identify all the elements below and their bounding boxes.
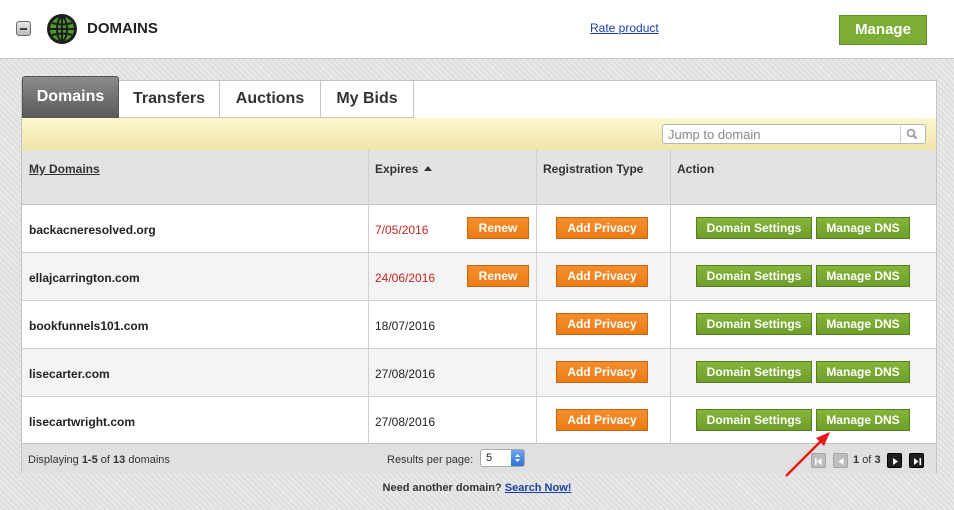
top-header: DOMAINS Rate product Manage [0,0,954,59]
tab-transfers[interactable]: Transfers [119,81,220,118]
displaying-count: Displaying 1-5 of 13 domains [28,454,170,466]
manage-dns-button[interactable]: Manage DNS [816,409,910,431]
expiry-date: 7/05/2016 [375,223,429,237]
domain-settings-button[interactable]: Domain Settings [696,409,812,431]
search-now-link[interactable]: Search Now! [505,482,572,494]
column-action: Action [677,162,715,176]
expiry-date: 27/08/2016 [375,415,436,429]
column-divider [670,150,671,443]
manage-dns-button[interactable]: Manage DNS [816,265,910,287]
manage-dns-button[interactable]: Manage DNS [816,217,910,239]
domain-settings-button[interactable]: Domain Settings [696,265,812,287]
results-per-page-select[interactable]: 5 [480,449,525,467]
results-per-page-value: 5 [486,452,493,464]
results-per-page-label: Results per page: [387,454,474,466]
add-privacy-button[interactable]: Add Privacy [556,361,648,383]
domain-settings-button[interactable]: Domain Settings [696,313,812,335]
domain-name: bookfunnels101.com [29,319,149,333]
next-page-icon [893,458,898,465]
column-expires[interactable]: Expires [375,162,433,176]
search-bar [22,118,936,151]
last-page-button[interactable] [909,453,924,468]
table-row: ellajcarrington.com 24/06/2016 Renew Add… [22,253,936,301]
previous-page-icon [838,458,844,465]
tab-my-bids[interactable]: My Bids [321,81,414,118]
table-row: bookfunnels101.com 18/07/2016 Add Privac… [22,301,936,349]
search-icon[interactable] [900,126,923,142]
expiry-date: 24/06/2016 [375,271,436,285]
need-another-domain-text: Need another domain? [382,482,502,494]
manage-button[interactable]: Manage [839,15,927,45]
previous-page-button[interactable] [833,453,848,468]
sort-ascending-icon [424,166,433,171]
column-expires-label: Expires [375,162,419,176]
add-privacy-button[interactable]: Add Privacy [556,409,648,431]
add-privacy-button[interactable]: Add Privacy [556,313,648,335]
select-arrows-icon [511,450,524,466]
column-divider [368,150,369,443]
add-privacy-button[interactable]: Add Privacy [556,217,648,239]
domain-settings-button[interactable]: Domain Settings [696,361,812,383]
tab-auctions[interactable]: Auctions [220,81,321,118]
renew-button[interactable]: Renew [467,265,529,287]
displaying-total: 13 [113,454,126,466]
manage-dns-button[interactable]: Manage DNS [816,361,910,383]
column-my-domains[interactable]: My Domains [29,162,100,176]
tab-domains[interactable]: Domains [22,76,119,118]
annotation-arrow-icon [785,432,830,477]
next-page-button[interactable] [887,453,902,468]
domain-name: lisecarter.com [29,367,110,381]
collapse-button[interactable] [16,21,31,36]
table-row: backacneresolved.org 7/05/2016 Renew Add… [22,205,936,253]
page-current: 1 [853,454,860,466]
rate-product-link[interactable]: Rate product [590,21,659,35]
domains-panel: Domains Transfers Auctions My Bids My Do… [21,76,937,473]
table-row: lisecarter.com 27/08/2016 Add Privacy Do… [22,349,936,397]
jump-to-domain-input[interactable] [662,124,926,144]
domain-name: ellajcarrington.com [29,271,140,285]
displaying-range: 1-5 [81,454,98,466]
need-another-domain: Need another domain? Search Now! [0,482,954,494]
displaying-of: of [100,454,110,466]
column-registration-type: Registration Type [543,162,644,176]
table-header: My Domains Expires Registration Type Act… [22,150,936,205]
page-indicator: 1 of 3 [853,454,881,466]
domain-name: lisecartwright.com [29,415,136,429]
renew-button[interactable]: Renew [467,217,529,239]
expiry-date: 27/08/2016 [375,367,436,381]
column-divider [536,150,537,443]
page-title: DOMAINS [87,20,158,37]
globe-icon [47,14,77,44]
last-page-icon [914,458,922,465]
page-total: 3 [874,454,881,466]
page-of: of [862,454,872,466]
displaying-suffix: domains [128,454,170,466]
expiry-date: 18/07/2016 [375,319,436,333]
domain-settings-button[interactable]: Domain Settings [696,217,812,239]
add-privacy-button[interactable]: Add Privacy [556,265,648,287]
domain-name: backacneresolved.org [29,223,156,237]
manage-dns-button[interactable]: Manage DNS [816,313,910,335]
displaying-prefix: Displaying [28,454,79,466]
